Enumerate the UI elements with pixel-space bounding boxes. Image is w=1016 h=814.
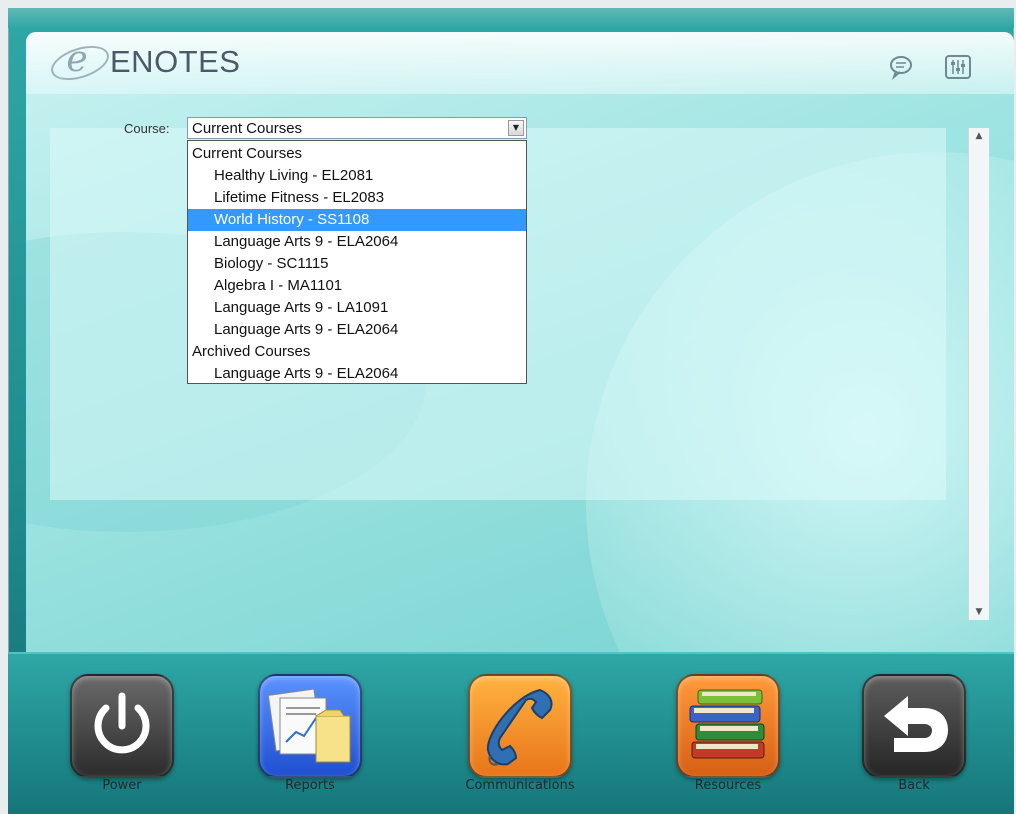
e-logo-icon: e bbox=[48, 40, 106, 80]
app-title: ENOTES bbox=[110, 44, 241, 79]
scroll-down-icon[interactable]: ▼ bbox=[969, 604, 989, 620]
scroll-up-icon[interactable]: ▲ bbox=[969, 128, 989, 144]
course-dropdown-list: Current Courses Healthy Living - EL2081 Li… bbox=[187, 140, 527, 384]
course-select-value: Current Courses bbox=[192, 120, 303, 137]
communications-label: Communications bbox=[465, 778, 575, 793]
dropdown-group-label: Archived Courses bbox=[192, 343, 311, 360]
dropdown-option[interactable]: Lifetime Fitness - EL2083 bbox=[188, 187, 526, 209]
header-bar: e ENOTES bbox=[26, 32, 1014, 94]
dropdown-option[interactable]: Language Arts 9 - ELA2064 bbox=[188, 363, 526, 385]
books-icon bbox=[689, 689, 765, 759]
dropdown-option[interactable]: Language Arts 9 - LA1091 bbox=[188, 297, 526, 319]
reports-icon bbox=[267, 688, 351, 763]
phone-icon bbox=[486, 688, 553, 766]
resources-button[interactable] bbox=[676, 674, 780, 778]
back-label: Back bbox=[898, 778, 930, 793]
dropdown-option[interactable]: World History - SS1108 bbox=[188, 209, 526, 231]
dropdown-option[interactable]: Language Arts 9 - ELA2064 bbox=[188, 319, 526, 341]
communications-button[interactable] bbox=[468, 674, 572, 778]
power-icon bbox=[94, 692, 150, 754]
back-arrow-icon bbox=[884, 696, 948, 752]
course-label: Course: bbox=[124, 121, 170, 136]
dropdown-group-label: Current Courses bbox=[192, 145, 303, 162]
course-select[interactable]: Current Courses ▼ bbox=[187, 117, 527, 139]
dropdown-option[interactable]: Algebra I - MA1101 bbox=[188, 275, 526, 297]
chat-icon[interactable] bbox=[888, 54, 916, 80]
power-label: Power bbox=[102, 778, 142, 793]
chevron-down-icon[interactable]: ▼ bbox=[508, 120, 524, 136]
back-button[interactable] bbox=[862, 674, 966, 778]
settings-icon[interactable] bbox=[944, 54, 972, 80]
resources-label: Resources bbox=[694, 778, 762, 793]
dropdown-option[interactable]: Language Arts 9 - ELA2064 bbox=[188, 231, 526, 253]
window-top-bar bbox=[8, 8, 1014, 28]
power-button[interactable] bbox=[70, 674, 174, 778]
reports-button[interactable] bbox=[258, 674, 362, 778]
dropdown-option[interactable]: Healthy Living - EL2081 bbox=[188, 165, 526, 187]
dropdown-option[interactable]: Biology - SC1115 bbox=[188, 253, 526, 275]
bottom-dock: Power Reports Communications Resources B… bbox=[8, 652, 1014, 814]
reports-label: Reports bbox=[285, 778, 335, 793]
vertical-scrollbar[interactable]: ▲ ▼ bbox=[968, 128, 989, 620]
